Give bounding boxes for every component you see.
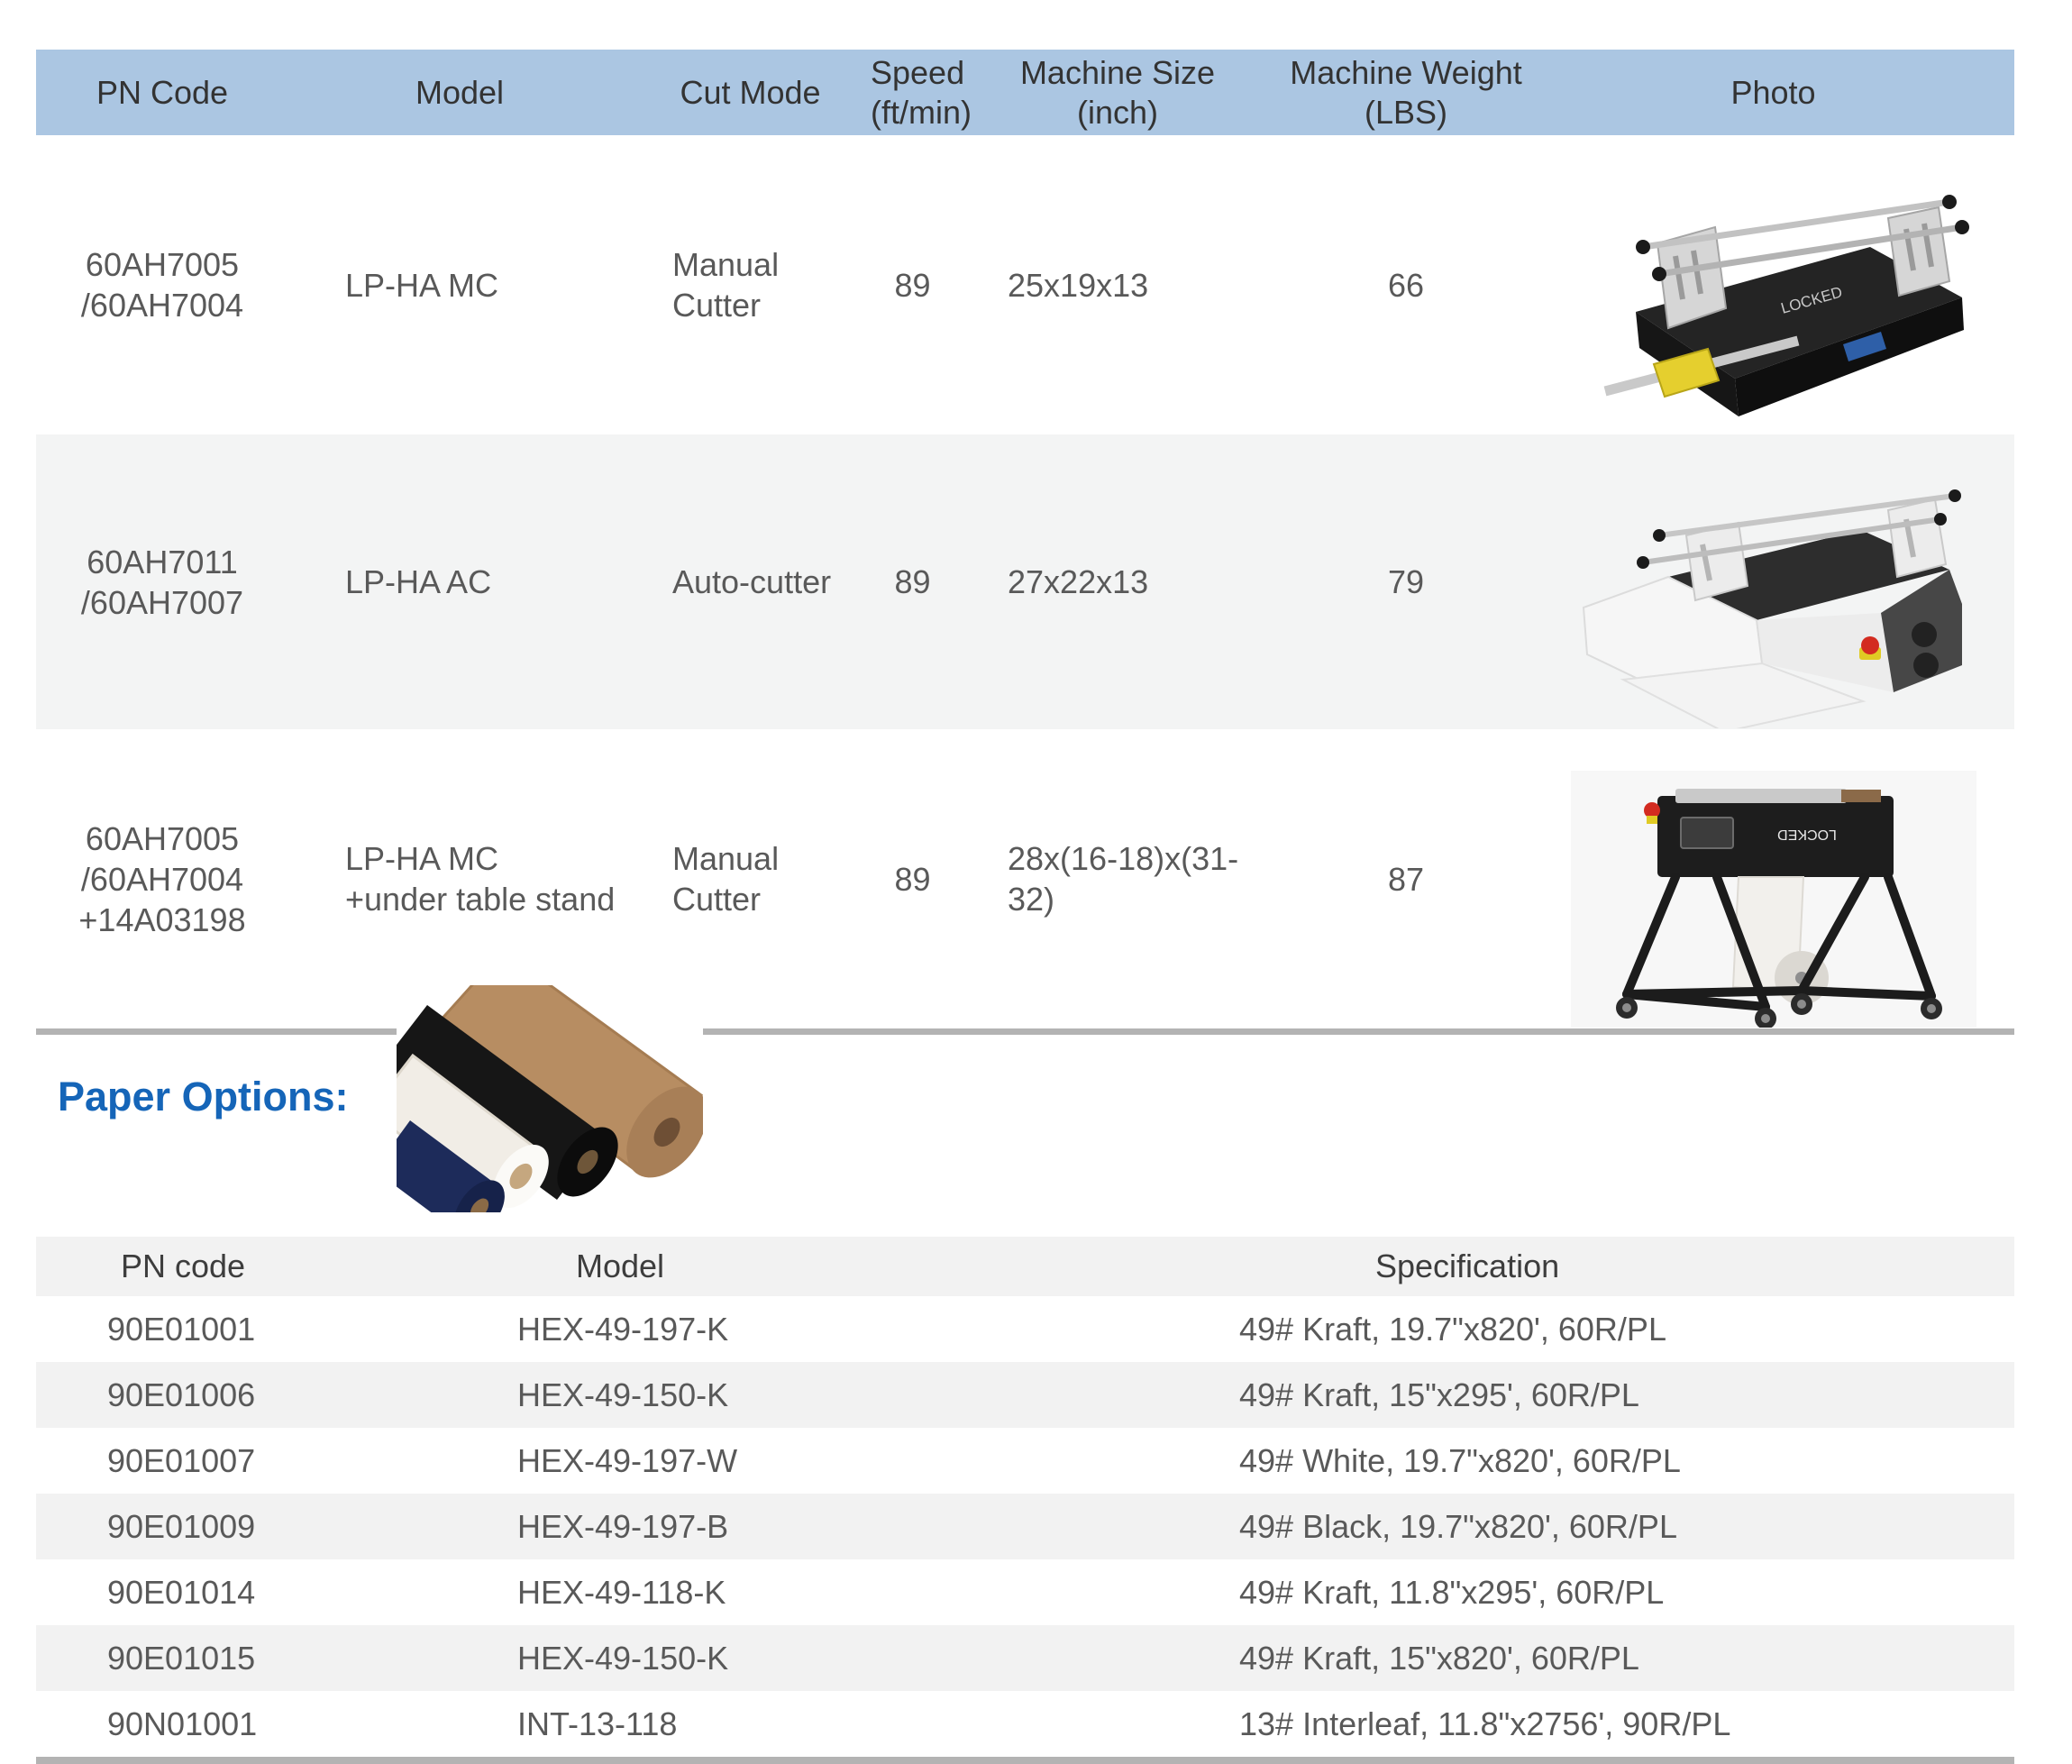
specification-cell: 49# Kraft, 15"x295', 60R/PL (1226, 1362, 2014, 1428)
speed-cell: 89 (870, 434, 955, 729)
col-header-specification: Specification (1226, 1237, 2014, 1296)
brand-logo-text: LOCKED (1777, 827, 1837, 842)
model-cell: HEX-49-150-K (505, 1625, 1226, 1691)
model-cell: LP-HA MC (288, 135, 631, 434)
pn-code-cell: 90N01001 (36, 1691, 505, 1760)
model-cell: HEX-49-197-W (505, 1428, 1226, 1494)
photo-cell: LOCKED (1532, 729, 2014, 1032)
paper-options-table: PN code Model Specification 90E01001 HEX… (36, 1237, 2014, 1764)
speed-cell: 89 (870, 729, 955, 1032)
col-header-model: Model (505, 1237, 1226, 1296)
paper-row: 90E01006 HEX-49-150-K 49# Kraft, 15"x295… (36, 1362, 2014, 1428)
photo-cell (1532, 434, 2014, 729)
machines-spec-table: PN Code Model Cut Mode Speed (ft/min) Ma… (36, 50, 2014, 1035)
left-roll-bracket (1686, 523, 1748, 600)
model-cell: LP-HA AC (288, 434, 631, 729)
specification-cell: 49# Black, 19.7"x820', 60R/PL (1226, 1494, 2014, 1559)
paper-row: 90E01007 HEX-49-197-W 49# White, 19.7"x8… (36, 1428, 2014, 1494)
col-header-model: Model (288, 50, 631, 135)
machine-weight-cell: 79 (1280, 434, 1532, 729)
col-header-cut-mode: Cut Mode (631, 50, 870, 135)
model-cell: HEX-49-118-K (505, 1559, 1226, 1625)
col-header-photo: Photo (1532, 50, 2014, 135)
pn-code-cell: 90E01007 (36, 1428, 505, 1494)
pn-code-cell: 60AH7005 /60AH7004 +14A03198 (36, 729, 288, 1032)
paper-row: 90E01009 HEX-49-197-B 49# Black, 19.7"x8… (36, 1494, 2014, 1559)
paper-row: 90E01015 HEX-49-150-K 49# Kraft, 15"x820… (36, 1625, 2014, 1691)
machine-size-cell: 27x22x13 (955, 434, 1280, 729)
cut-mode-cell: Manual Cutter (631, 135, 870, 434)
machine-row-lp-ha-mc-stand: 60AH7005 /60AH7004 +14A03198 LP-HA MC +u… (36, 729, 2014, 1032)
pn-code-cell: 60AH7011 /60AH7007 (36, 434, 288, 729)
paper-row: 90E01001 HEX-49-197-K 49# Kraft, 19.7"x8… (36, 1296, 2014, 1362)
cut-mode-cell: Auto-cutter (631, 434, 870, 729)
specification-cell: 49# Kraft, 19.7"x820', 60R/PL (1226, 1296, 2014, 1362)
paper-header-row: PN code Model Specification (36, 1237, 2014, 1296)
model-cell: HEX-49-197-B (505, 1494, 1226, 1559)
emergency-stop-button (1861, 636, 1879, 654)
speed-cell: 89 (870, 135, 955, 434)
document-page: PN Code Model Cut Mode Speed (ft/min) Ma… (0, 0, 2072, 1759)
pn-code-cell: 60AH7005 /60AH7004 (36, 135, 288, 434)
specification-cell: 49# White, 19.7"x820', 60R/PL (1226, 1428, 2014, 1494)
machine-size-cell: 28x(16-18)x(31-32) (955, 729, 1280, 1032)
machine-weight-cell: 66 (1280, 135, 1532, 434)
paper-options-heading: Paper Options: (58, 1073, 349, 1121)
machine-row-lp-ha-mc: 60AH7005 /60AH7004 LP-HA MC Manual Cutte… (36, 135, 2014, 434)
pn-code-cell: 90E01009 (36, 1494, 505, 1559)
right-roll-bracket (1888, 207, 1949, 296)
col-header-pn-code: PN code (36, 1237, 505, 1296)
machine-size-cell: 25x19x13 (955, 135, 1280, 434)
machine-photo-under-table-stand: LOCKED (1571, 771, 1976, 1028)
paper-row: 90E01014 HEX-49-118-K 49# Kraft, 11.8"x2… (36, 1559, 2014, 1625)
pn-code-cell: 90E01001 (36, 1296, 505, 1362)
machine-photo-lp-ha-ac (1571, 476, 1976, 728)
specification-cell: 49# Kraft, 11.8"x295', 60R/PL (1226, 1559, 2014, 1625)
model-cell: INT-13-118 (505, 1691, 1226, 1760)
col-header-machine-size: Machine Size (inch) (955, 50, 1280, 135)
specification-cell: 49# Kraft, 15"x820', 60R/PL (1226, 1625, 2014, 1691)
machines-header-row: PN Code Model Cut Mode Speed (ft/min) Ma… (36, 50, 2014, 135)
model-cell: HEX-49-150-K (505, 1362, 1226, 1428)
photo-cell: LOCKED (1532, 135, 2014, 434)
machine-weight-cell: 87 (1280, 729, 1532, 1032)
control-screen (1681, 818, 1733, 848)
machine-row-lp-ha-ac: 60AH7011 /60AH7007 LP-HA AC Auto-cutter … (36, 434, 2014, 729)
right-roll-bracket (1888, 499, 1946, 577)
pn-code-cell: 90E01006 (36, 1362, 505, 1428)
specification-cell: 13# Interleaf, 11.8"x2756', 90R/PL (1226, 1691, 2014, 1760)
col-header-speed: Speed (ft/min) (870, 50, 955, 135)
paper-row: 90N01001 INT-13-118 13# Interleaf, 11.8"… (36, 1691, 2014, 1760)
col-header-machine-weight: Machine Weight (LBS) (1280, 50, 1532, 135)
col-header-pn-code: PN Code (36, 50, 288, 135)
model-cell: HEX-49-197-K (505, 1296, 1226, 1362)
paper-rolls-image (397, 985, 703, 1212)
pn-code-cell: 90E01014 (36, 1559, 505, 1625)
machine-photo-lp-ha-mc: LOCKED (1571, 177, 1976, 434)
pn-code-cell: 90E01015 (36, 1625, 505, 1691)
